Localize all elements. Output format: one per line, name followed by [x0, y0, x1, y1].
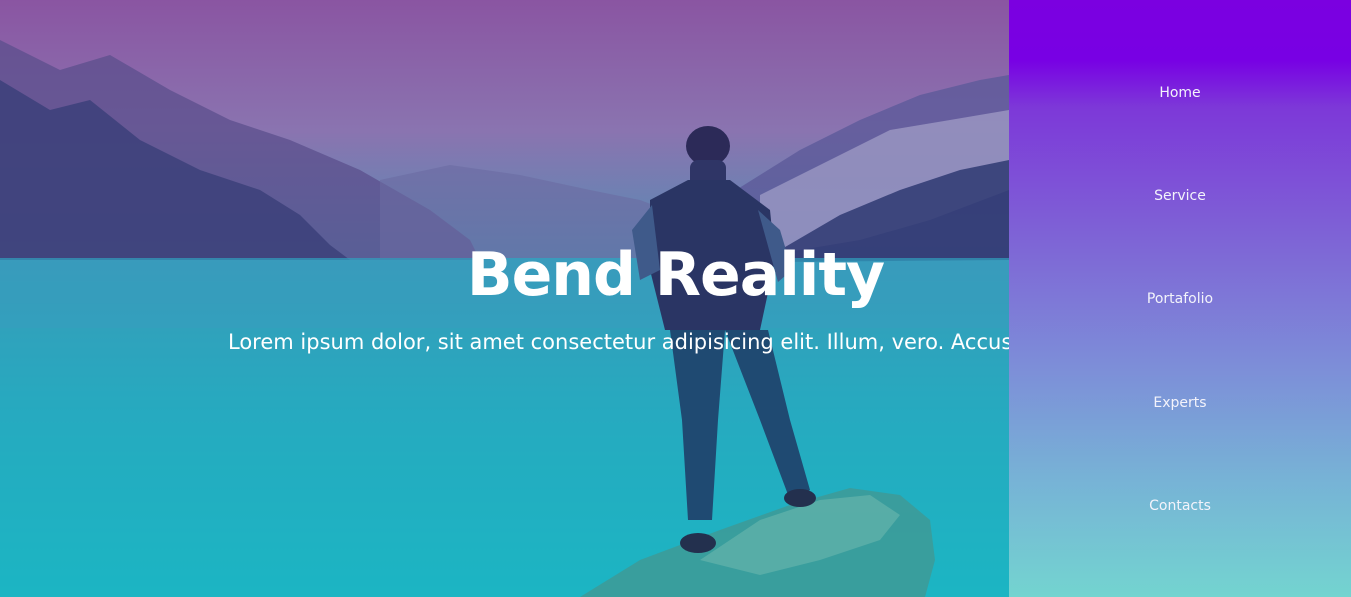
nav-item-service[interactable]: Service: [1009, 188, 1351, 204]
nav-item-contacts[interactable]: Contacts: [1009, 498, 1351, 514]
side-navigation: Home Service Portafolio Experts Contacts: [1009, 0, 1351, 597]
nav-item-experts[interactable]: Experts: [1009, 395, 1351, 411]
hero-subtitle: Lorem ipsum dolor, sit amet consectetur …: [228, 330, 1026, 354]
nav-item-home[interactable]: Home: [1009, 85, 1351, 101]
nav-item-portafolio[interactable]: Portafolio: [1009, 291, 1351, 307]
